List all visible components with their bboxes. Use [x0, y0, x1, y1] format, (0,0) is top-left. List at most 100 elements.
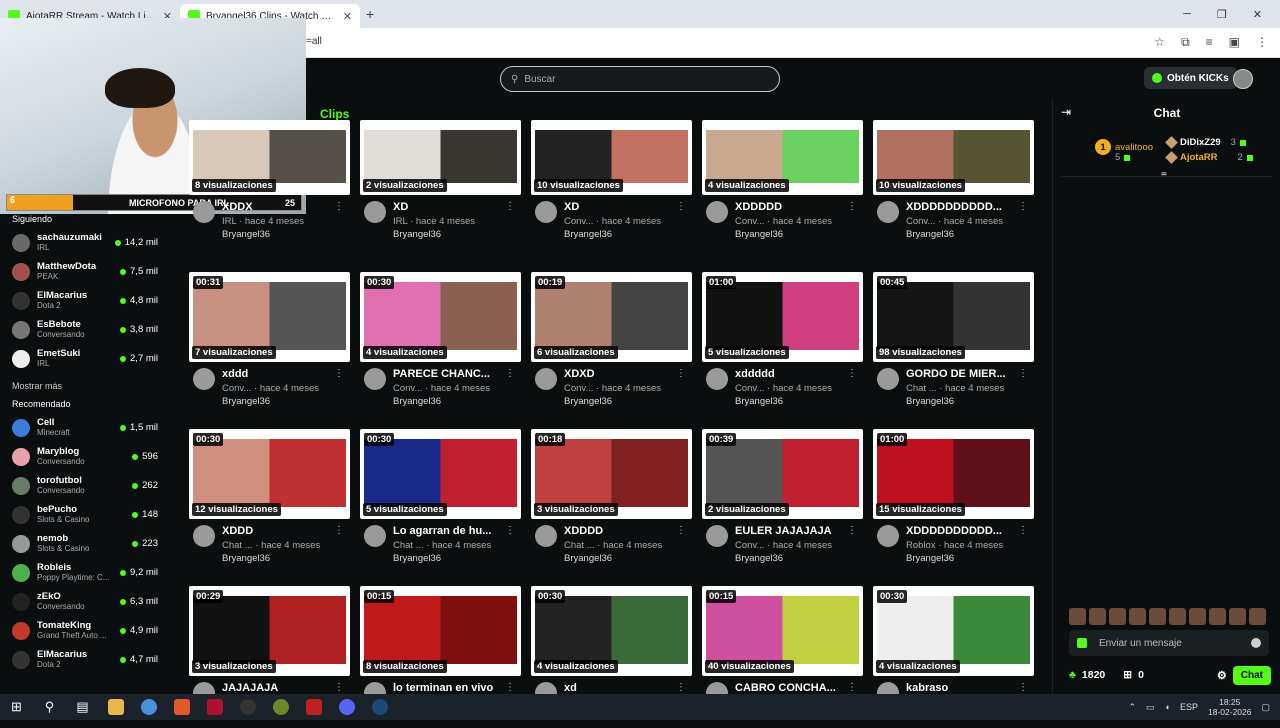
close-tab-icon[interactable]: ✕	[343, 10, 352, 23]
clip-card[interactable]: 00:31 7 visualizaciones xddd Conv... · hace…	[189, 272, 350, 414]
search-input[interactable]: ⚲ Buscar	[500, 66, 780, 92]
emote-icon[interactable]	[1129, 608, 1146, 625]
discord-icon[interactable]	[330, 694, 363, 720]
emote-icon[interactable]	[1209, 608, 1226, 625]
more-options-icon[interactable]: ⋮	[676, 201, 686, 212]
sidebar-channel[interactable]: torofutbol Conversando 262	[0, 471, 170, 500]
more-options-icon[interactable]: ⋮	[847, 368, 857, 379]
creator-avatar[interactable]	[706, 368, 728, 390]
clip-card[interactable]: 10 visualizaciones XD Conv... · hace 4 mes…	[531, 120, 692, 247]
brave-icon[interactable]	[165, 694, 198, 720]
emote-icon[interactable]	[1069, 608, 1086, 625]
sidebar-channel[interactable]: EmetSuki IRL 2,7 mil	[0, 344, 170, 373]
sidebar-channel[interactable]: sachauzumaki IRL 14,2 mil	[0, 228, 170, 257]
clip-thumbnail[interactable]: 2 visualizaciones	[360, 120, 521, 195]
more-options-icon[interactable]: ⋮	[505, 201, 515, 212]
creator-avatar[interactable]	[877, 368, 899, 390]
clip-title[interactable]: kabraso	[906, 682, 1016, 694]
clip-card[interactable]: 00:39 2 visualizaciones EULER JAJAJAJA Conv…	[702, 429, 863, 571]
new-tab-icon[interactable]: +	[366, 6, 374, 22]
creator-avatar[interactable]	[877, 525, 899, 547]
bookmark-star-icon[interactable]: ☆	[1154, 35, 1165, 50]
volume-icon[interactable]: ◖	[1165, 702, 1170, 712]
clip-title[interactable]: XD	[564, 201, 674, 213]
clip-title[interactable]: XDDD	[222, 525, 332, 537]
clip-title[interactable]: XDDDD	[564, 525, 674, 537]
clip-card[interactable]: 00:30 12 visualizaciones XDDD Chat ... · ha…	[189, 429, 350, 571]
sidebar-channel[interactable]: Cell Minecraft 1,5 mil	[0, 413, 170, 442]
extensions-icon[interactable]: ⧉	[1181, 35, 1190, 50]
creator-avatar[interactable]	[193, 525, 215, 547]
more-options-icon[interactable]: ⋮	[1018, 682, 1028, 693]
sidebar-channel[interactable]: nemob Slots & Casino 223	[0, 529, 170, 558]
more-options-icon[interactable]: ⋮	[505, 682, 515, 693]
clip-card[interactable]: 00:45 98 visualizaciones GORDO DE MIER... C…	[873, 272, 1034, 414]
emote-icon[interactable]	[1229, 608, 1246, 625]
clip-title[interactable]: xddddd	[735, 368, 845, 380]
creator-avatar[interactable]	[364, 201, 386, 223]
clip-thumbnail[interactable]: 4 visualizaciones	[702, 120, 863, 195]
clip-thumbnail[interactable]: 01:00 5 visualizaciones	[702, 272, 863, 362]
more-options-icon[interactable]: ⋮	[676, 525, 686, 536]
clip-thumbnail[interactable]: 01:00 15 visualizaciones	[873, 429, 1034, 519]
clip-thumbnail[interactable]: 00:29 3 visualizaciones	[189, 586, 350, 676]
clip-title[interactable]: XDXD	[564, 368, 674, 380]
creator-avatar[interactable]	[535, 368, 557, 390]
clip-author[interactable]: Bryangel36	[906, 396, 954, 407]
clip-card[interactable]: 00:30 4 visualizaciones PARECE CHANC... Con…	[360, 272, 521, 414]
settings-gear-icon[interactable]: ⚙	[1217, 669, 1227, 682]
clip-card[interactable]: 00:19 6 visualizaciones XDXD Conv... · hace…	[531, 272, 692, 414]
clip-card[interactable]: 00:18 3 visualizaciones XDDDD Chat ... · ha…	[531, 429, 692, 571]
clip-thumbnail[interactable]: 00:39 2 visualizaciones	[702, 429, 863, 519]
clip-title[interactable]: Lo agarran de hu...	[393, 525, 503, 537]
clip-author[interactable]: Bryangel36	[906, 553, 954, 564]
clip-card[interactable]: 00:30 5 visualizaciones Lo agarran de hu..…	[360, 429, 521, 571]
more-options-icon[interactable]: ⋮	[505, 368, 515, 379]
menu-icon[interactable]: ⋮	[1256, 35, 1268, 50]
sidebar-channel[interactable]: Maryblog Conversando 596	[0, 442, 170, 471]
more-options-icon[interactable]: ⋮	[505, 525, 515, 536]
creator-avatar[interactable]	[535, 525, 557, 547]
clip-thumbnail[interactable]: 10 visualizaciones	[873, 120, 1034, 195]
clip-author[interactable]: Bryangel36	[393, 396, 441, 407]
sidebar-channel[interactable]: bePucho Slots & Casino 148	[0, 500, 170, 529]
clip-title[interactable]: JAJAJAJA	[222, 682, 332, 694]
clip-title[interactable]: XDDDDDDDDDD...	[906, 201, 1016, 213]
clip-author[interactable]: Bryangel36	[564, 229, 612, 240]
clip-author[interactable]: Bryangel36	[735, 229, 783, 240]
sidebar-channel[interactable]: ElMacarius Dota 2 4,7 mil	[0, 645, 170, 674]
clip-author[interactable]: Bryangel36	[906, 229, 954, 240]
sidebar-channel[interactable]: Robleis Poppy Playtime: C... 9,2 mil	[0, 558, 170, 587]
more-options-icon[interactable]: ⋮	[1018, 368, 1028, 379]
clip-title[interactable]: CABRO CONCHA...	[735, 682, 845, 694]
gifter-2[interactable]: DiDixZ29 3	[1165, 136, 1246, 149]
tab-clips[interactable]: Clips	[320, 107, 349, 121]
notifications-icon[interactable]: ▢	[1261, 702, 1270, 713]
clip-card[interactable]: 10 visualizaciones XDDDDDDDDDD... Conv... …	[873, 120, 1034, 247]
more-options-icon[interactable]: ⋮	[847, 201, 857, 212]
tray-chevron-icon[interactable]: ⌃	[1128, 702, 1136, 713]
clip-thumbnail[interactable]: 00:30 5 visualizaciones	[360, 429, 521, 519]
clip-title[interactable]: xddd	[222, 368, 332, 380]
emote-icon[interactable]	[1249, 608, 1266, 625]
clip-author[interactable]: Bryangel36	[393, 553, 441, 564]
points-value[interactable]: 1820	[1082, 669, 1105, 681]
clip-title[interactable]: XDDDDD	[735, 201, 845, 213]
more-options-icon[interactable]: ⋮	[676, 682, 686, 693]
clip-thumbnail[interactable]: 00:18 3 visualizaciones	[531, 429, 692, 519]
search-icon[interactable]: ⚲	[33, 694, 66, 720]
clip-author[interactable]: Bryangel36	[564, 553, 612, 564]
clip-thumbnail[interactable]: 00:15 40 visualizaciones	[702, 586, 863, 676]
sidebar-channel[interactable]: TomateKing Grand Theft Auto ... 4,9 mil	[0, 616, 170, 645]
chat-message-input[interactable]: Enviar un mensaje	[1069, 630, 1269, 656]
gifts-value[interactable]: 0	[1138, 669, 1144, 681]
obs-icon[interactable]	[231, 694, 264, 720]
clip-thumbnail[interactable]: 00:30 12 visualizaciones	[189, 429, 350, 519]
emote-icon[interactable]	[1109, 608, 1126, 625]
app-red-icon[interactable]	[198, 694, 231, 720]
clip-card[interactable]: 8 visualizaciones XDDX IRL · hace 4 meses B…	[189, 120, 350, 247]
app-green-icon[interactable]	[264, 694, 297, 720]
user-avatar[interactable]	[1233, 69, 1253, 89]
url-text[interactable]: =all	[306, 36, 322, 47]
clip-card[interactable]: 4 visualizaciones XDDDDD Conv... · hace 4 …	[702, 120, 863, 247]
